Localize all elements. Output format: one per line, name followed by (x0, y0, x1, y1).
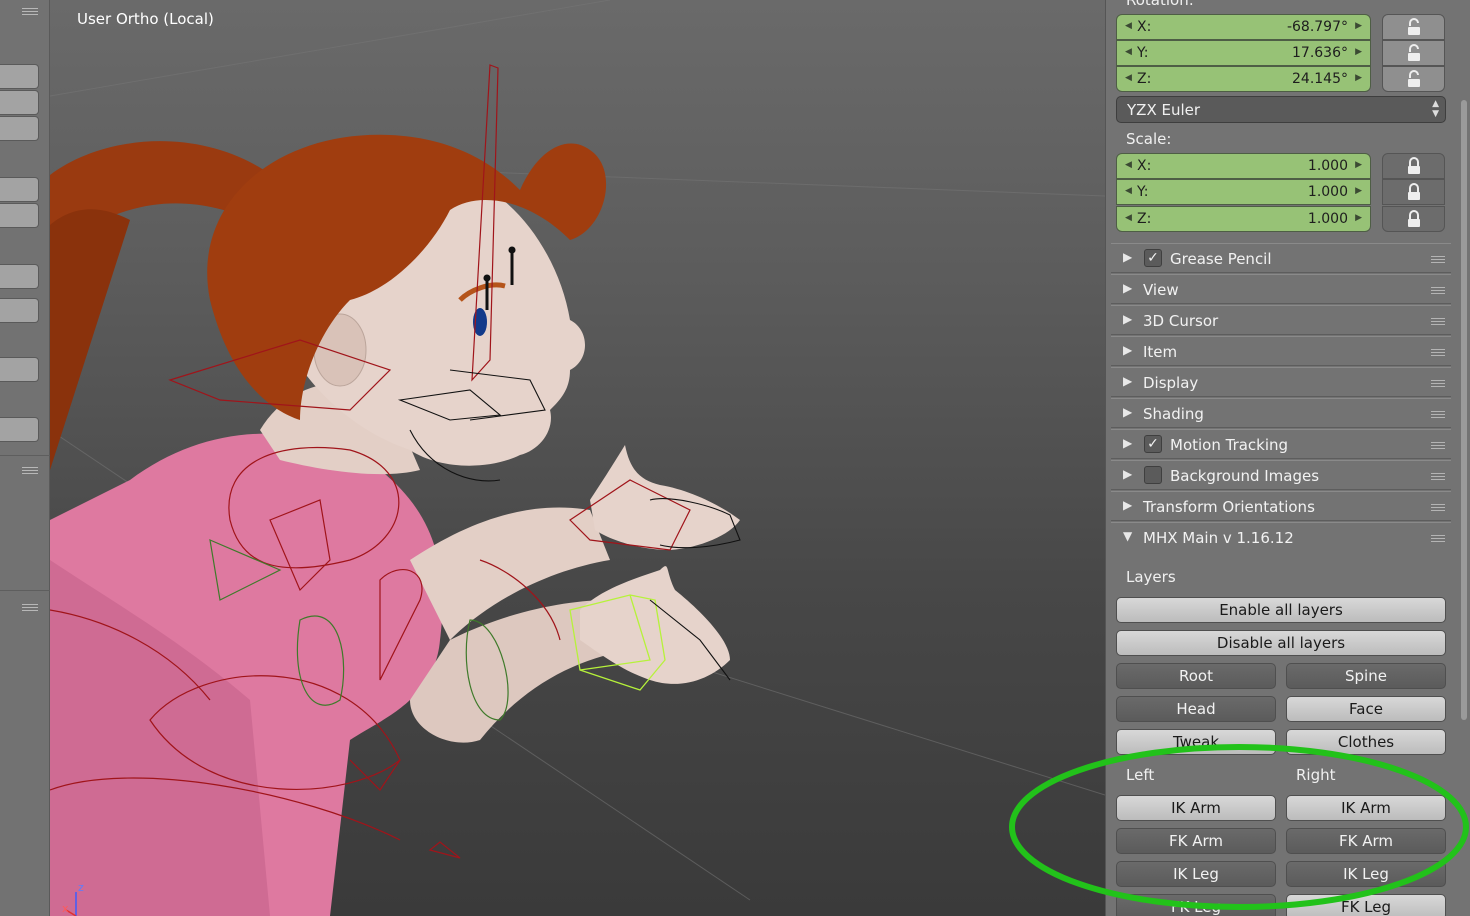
tool-shelf (0, 0, 50, 916)
expand-triangle-icon[interactable]: ▶ (1123, 498, 1132, 512)
drag-handle-icon[interactable] (1431, 380, 1445, 387)
drag-handle-icon[interactable] (1431, 318, 1445, 325)
expand-triangle-icon[interactable]: ▶ (1123, 250, 1132, 264)
expand-triangle-icon[interactable]: ▶ (1123, 312, 1132, 326)
rotation-label: Rotation: (1126, 0, 1194, 9)
shelf-button-8[interactable] (0, 357, 39, 382)
lock-icon (1408, 157, 1420, 174)
3d-viewport[interactable]: z x User Ortho (Local) (50, 0, 1105, 916)
drag-handle-icon[interactable] (1431, 256, 1445, 263)
section-transform-orientations[interactable]: ▶ Transform Orientations (1111, 491, 1451, 521)
section-grease-pencil[interactable]: ▶ ✓ Grease Pencil (1111, 243, 1451, 273)
shelf-button-1[interactable] (0, 64, 39, 89)
motion-tracking-checkbox[interactable]: ✓ (1144, 435, 1162, 453)
drag-handle-icon[interactable] (1431, 287, 1445, 294)
annotation-ellipse (1009, 744, 1469, 910)
scale-z-field[interactable]: ◀ Z: 1.000 ▶ (1116, 206, 1371, 232)
shelf-button-4[interactable] (0, 177, 39, 202)
scene-render: z x (50, 0, 1105, 916)
drag-handle-icon[interactable] (1431, 411, 1445, 418)
lock-icon (1408, 183, 1420, 200)
increment-icon[interactable]: ▶ (1355, 186, 1362, 196)
drag-handle-icon[interactable] (1431, 504, 1445, 511)
unlocked-icon (1408, 44, 1420, 61)
section-background-images[interactable]: ▶ Background Images (1111, 460, 1451, 490)
shelf-button-7[interactable] (0, 298, 39, 323)
shelf-grip-low[interactable] (22, 604, 38, 612)
decrement-icon[interactable]: ◀ (1125, 186, 1132, 196)
decrement-icon[interactable]: ◀ (1125, 160, 1132, 170)
drag-handle-icon[interactable] (1431, 473, 1445, 480)
layer-face-button[interactable]: Face (1286, 696, 1446, 722)
rotation-z-lock-button[interactable] (1382, 66, 1445, 92)
drag-handle-icon[interactable] (1431, 349, 1445, 356)
expand-triangle-icon[interactable]: ▶ (1123, 467, 1132, 481)
rotation-z-field[interactable]: ◀ Z: 24.145° ▶ (1116, 66, 1371, 92)
expand-triangle-icon[interactable]: ▶ (1123, 281, 1132, 295)
layer-spine-button[interactable]: Spine (1286, 663, 1446, 689)
section-3d-cursor[interactable]: ▶ 3D Cursor (1111, 305, 1451, 335)
shelf-divider (0, 590, 50, 591)
drag-handle-icon[interactable] (1431, 442, 1445, 449)
decrement-icon[interactable]: ◀ (1125, 213, 1132, 223)
layers-label: Layers (1126, 568, 1176, 586)
background-images-checkbox[interactable] (1144, 466, 1162, 484)
rotation-y-lock-button[interactable] (1382, 40, 1445, 66)
shelf-divider (0, 455, 50, 456)
increment-icon[interactable]: ▶ (1355, 213, 1362, 223)
scale-x-field[interactable]: ◀ X: 1.000 ▶ (1116, 153, 1371, 179)
section-shading[interactable]: ▶ Shading (1111, 398, 1451, 428)
shelf-button-5[interactable] (0, 203, 39, 228)
lock-icon (1408, 210, 1420, 227)
expand-triangle-icon[interactable]: ▶ (1123, 374, 1132, 388)
scale-label: Scale: (1126, 130, 1172, 148)
decrement-icon[interactable]: ◀ (1125, 21, 1132, 31)
section-view[interactable]: ▶ View (1111, 274, 1451, 304)
scale-x-lock-button[interactable] (1382, 153, 1445, 179)
shelf-button-6[interactable] (0, 264, 39, 289)
decrement-icon[interactable]: ◀ (1125, 73, 1132, 83)
layer-root-button[interactable]: Root (1116, 663, 1276, 689)
section-motion-tracking[interactable]: ▶ ✓ Motion Tracking (1111, 429, 1451, 459)
expand-triangle-icon[interactable]: ▶ (1123, 405, 1132, 419)
rotation-x-field[interactable]: ◀ X: -68.797° ▶ (1116, 14, 1371, 40)
increment-icon[interactable]: ▶ (1355, 73, 1362, 83)
unlocked-icon (1408, 18, 1420, 35)
svg-text:z: z (78, 881, 84, 894)
rotation-mode-dropdown[interactable]: YZX Euler ▲ ▼ (1116, 96, 1446, 123)
scale-z-lock-button[interactable] (1382, 206, 1445, 232)
decrement-icon[interactable]: ◀ (1125, 47, 1132, 57)
collapse-triangle-icon[interactable]: ▼ (1123, 529, 1132, 543)
panel-scrollbar[interactable] (1461, 100, 1467, 720)
increment-icon[interactable]: ▶ (1355, 47, 1362, 57)
increment-icon[interactable]: ▶ (1355, 21, 1362, 31)
scale-y-lock-button[interactable] (1382, 179, 1445, 205)
svg-text:x: x (62, 902, 69, 915)
enable-all-layers-button[interactable]: Enable all layers (1116, 597, 1446, 623)
section-item[interactable]: ▶ Item (1111, 336, 1451, 366)
rotation-x-lock-button[interactable] (1382, 14, 1445, 40)
expand-triangle-icon[interactable]: ▶ (1123, 343, 1132, 357)
disable-all-layers-button[interactable]: Disable all layers (1116, 630, 1446, 656)
unlocked-icon (1408, 70, 1420, 87)
shelf-grip-top[interactable] (22, 8, 38, 16)
shelf-button-2[interactable] (0, 90, 39, 115)
viewport-title: User Ortho (Local) (77, 10, 214, 28)
shelf-button-9[interactable] (0, 417, 39, 442)
layer-head-button[interactable]: Head (1116, 696, 1276, 722)
rotation-y-field[interactable]: ◀ Y: 17.636° ▶ (1116, 40, 1371, 66)
drag-handle-icon[interactable] (1431, 535, 1445, 542)
shelf-grip-mid[interactable] (22, 467, 38, 475)
shelf-button-3[interactable] (0, 116, 39, 141)
section-mhx-main[interactable]: ▼ MHX Main v 1.16.12 (1111, 522, 1451, 552)
scale-y-field[interactable]: ◀ Y: 1.000 ▶ (1116, 179, 1371, 205)
increment-icon[interactable]: ▶ (1355, 160, 1362, 170)
expand-triangle-icon[interactable]: ▶ (1123, 436, 1132, 450)
updown-arrows-icon: ▲ ▼ (1432, 99, 1439, 119)
section-display[interactable]: ▶ Display (1111, 367, 1451, 397)
grease-pencil-checkbox[interactable]: ✓ (1144, 249, 1162, 267)
